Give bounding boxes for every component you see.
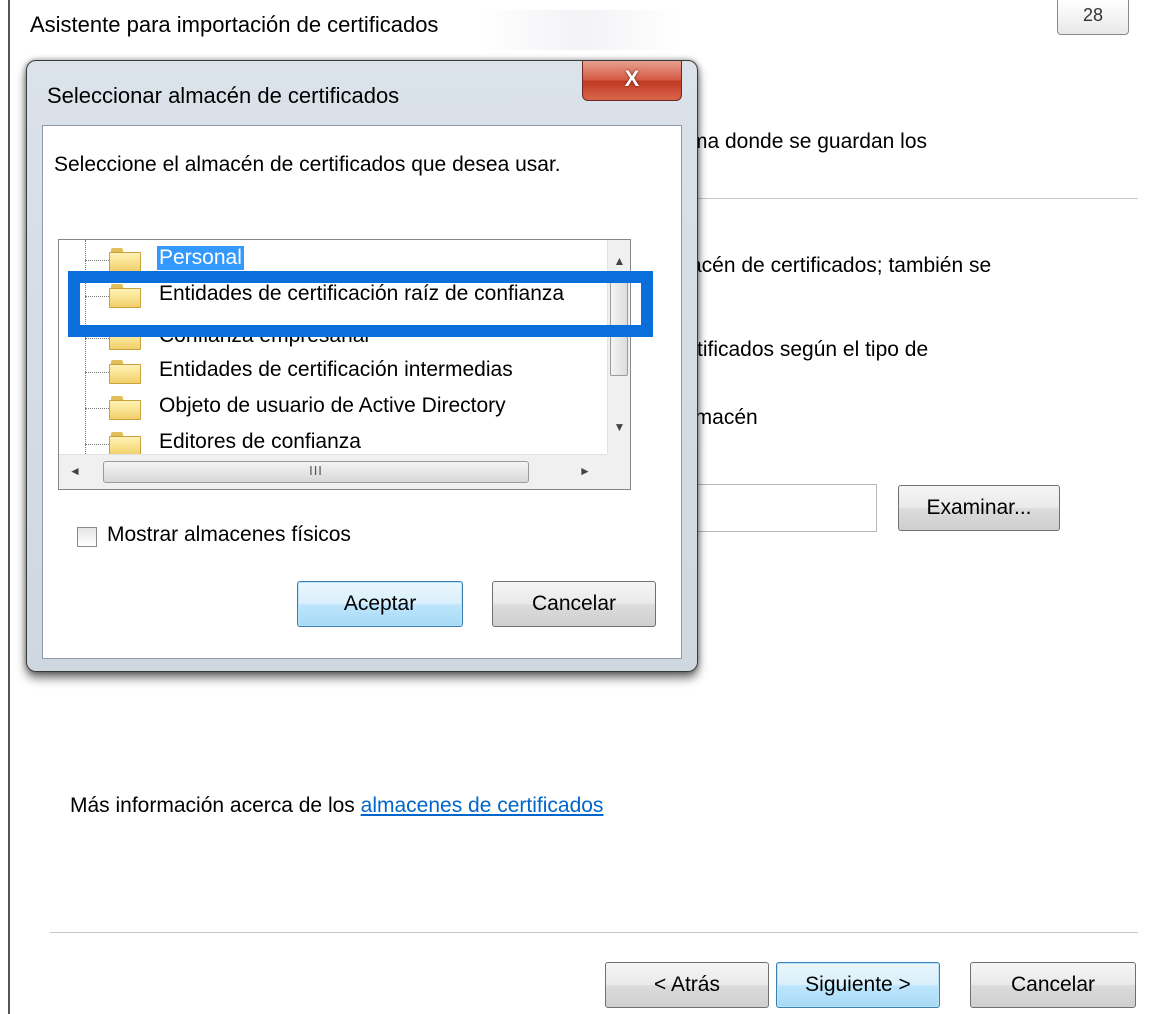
more-info-prefix: Más información acerca de los [70, 794, 361, 817]
wizard-option-text-2: rtificados según el tipo de [690, 338, 929, 361]
wizard-option-text-3: lmacén [690, 406, 758, 429]
tree-item-label: Personal [157, 246, 244, 270]
scroll-down-icon[interactable]: ▼ [608, 420, 630, 434]
scroll-up-icon[interactable]: ▲ [608, 254, 630, 268]
tree-connector [85, 260, 109, 261]
scroll-right-icon[interactable]: ► [575, 464, 595, 478]
highlight-box [68, 271, 653, 337]
tree-item-active-directory[interactable]: Objeto de usuario de Active Directory [59, 390, 599, 426]
folder-icon [109, 248, 143, 272]
more-info-text: Más información acerca de los almacenes … [70, 794, 603, 818]
dialog-prompt: Seleccione el almacén de certificados qu… [54, 153, 561, 176]
ok-button[interactable]: Aceptar [297, 581, 463, 627]
close-icon: X [624, 66, 640, 91]
dialog-title: Seleccionar almacén de certificados [47, 83, 400, 108]
select-store-dialog: Seleccionar almacén de certificados X Se… [26, 60, 698, 672]
certificate-stores-link[interactable]: almacenes de certificados [361, 794, 604, 817]
title-fade [480, 10, 680, 50]
scrollbar-corner [607, 454, 630, 489]
close-button[interactable]: X [582, 61, 682, 101]
scroll-grip-icon: III [309, 463, 323, 478]
tree-connector [85, 338, 109, 339]
tree-connector [85, 408, 109, 409]
horizontal-scrollbar[interactable]: ◄ III ► [59, 454, 607, 489]
wizard-top-button[interactable]: 28 [1057, 0, 1129, 35]
tree-item-intermediate[interactable]: Entidades de certificación intermedias [59, 354, 599, 390]
wizard-option-text-1: acén de certificados; también se [690, 254, 992, 277]
wizard-header-separator [690, 198, 1138, 199]
horizontal-scroll-thumb[interactable]: III [103, 461, 529, 483]
browse-button[interactable]: Examinar... [898, 485, 1060, 531]
next-button[interactable]: Siguiente > [776, 962, 940, 1008]
folder-icon [109, 396, 143, 420]
dialog-cancel-button[interactable]: Cancelar [492, 581, 656, 627]
wizard-title: Asistente para importación de certificad… [30, 12, 439, 37]
tree-connector [85, 372, 109, 373]
certificate-store-field[interactable] [690, 484, 877, 532]
folder-icon [109, 360, 143, 384]
show-physical-stores-checkbox[interactable] [77, 527, 97, 547]
tree-connector [85, 444, 109, 445]
folder-icon [109, 432, 143, 456]
scroll-left-icon[interactable]: ◄ [65, 464, 85, 478]
wizard-intro-text: ma donde se guardan los [690, 130, 927, 153]
show-physical-stores-label[interactable]: Mostrar almacenes físicos [107, 523, 351, 547]
wizard-footer-separator [50, 932, 1138, 933]
back-button[interactable]: < Atrás [605, 962, 769, 1008]
tree-item-label: Objeto de usuario de Active Directory [159, 394, 506, 417]
tree-item-label: Entidades de certificación intermedias [159, 358, 513, 381]
window-edge [8, 0, 10, 1014]
wizard-cancel-button[interactable]: Cancelar [970, 962, 1136, 1008]
tree-item-label: Editores de confianza [159, 430, 361, 453]
